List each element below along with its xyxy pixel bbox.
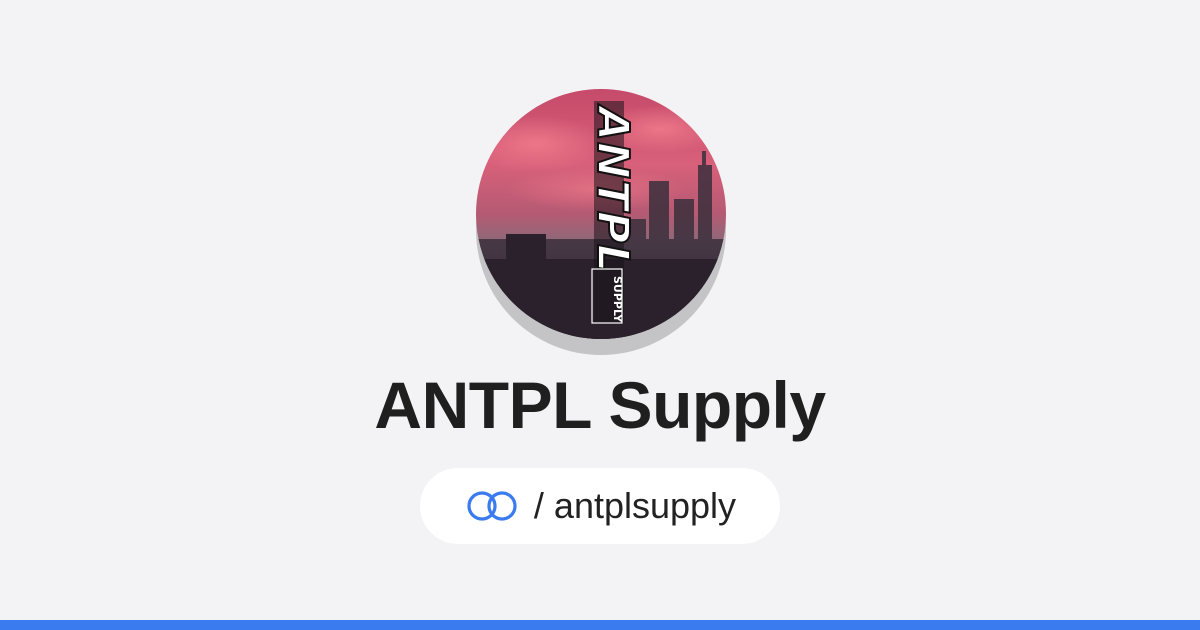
profile-handle: / antplsupply xyxy=(533,485,737,526)
share-card: { "profile": { "name": "ANTPL Supply", "… xyxy=(0,0,1200,630)
avatar-image: ANTPL SUPPLY xyxy=(476,89,726,339)
avatar-logo-text: ANTPL xyxy=(587,104,638,273)
profile-name: ANTPL Supply xyxy=(374,368,826,442)
accent-bar xyxy=(0,620,1200,630)
link-rings-icon xyxy=(464,488,520,524)
avatar-sub-text: SUPPLY xyxy=(611,276,624,323)
avatar[interactable]: ANTPL SUPPLY xyxy=(476,89,726,339)
avatar-container: ANTPL SUPPLY xyxy=(476,89,726,355)
profile-handle-pill[interactable]: / antplsupply xyxy=(420,468,780,544)
